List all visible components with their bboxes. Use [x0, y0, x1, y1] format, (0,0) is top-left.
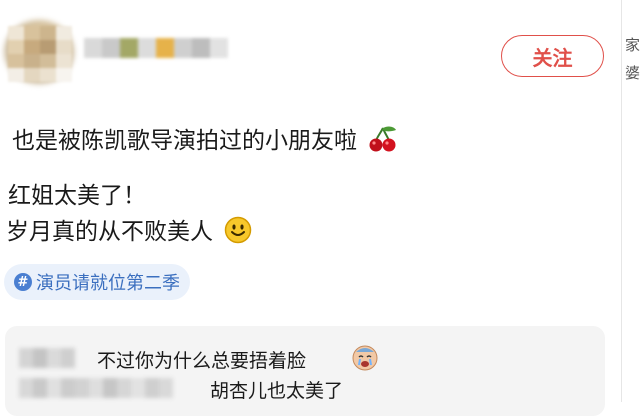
post-text: 岁月真的从不败美人	[6, 219, 213, 245]
smile-emoji-icon	[224, 216, 252, 250]
post-text-line-2: 红姐太美了！	[8, 183, 146, 209]
crying-emoji-icon	[350, 342, 380, 376]
comment-section: 不过你为什么总要捂着脸 胡杏儿也太美了	[5, 326, 605, 416]
adjacent-text: 家	[625, 36, 640, 54]
avatar-pixelation	[8, 26, 72, 82]
comment-item[interactable]: 不过你为什么总要捂着脸	[5, 345, 605, 372]
adjacent-panel-edge: 家 婆	[621, 0, 640, 402]
topic-hash-icon: #	[14, 273, 32, 291]
cherry-emoji-icon	[368, 124, 398, 160]
post-text-line-1: 也是被陈凯歌导演拍过的小朋友啦	[12, 121, 398, 160]
weibo-post: 关注 也是被陈凯歌导演拍过的小朋友啦 红姐太美了！ 岁月真的从不败美人 # 演员…	[0, 0, 622, 416]
post-text-line-3: 岁月真的从不败美人	[6, 212, 252, 250]
follow-button[interactable]: 关注	[501, 35, 604, 77]
topic-label: 演员请就位第二季	[36, 273, 180, 294]
adjacent-text: 婆	[625, 64, 640, 82]
comment-text: 胡杏儿也太美了	[210, 380, 344, 402]
comment-text: 不过你为什么总要捂着脸	[97, 350, 307, 372]
comment-item[interactable]: 胡杏儿也太美了	[5, 376, 605, 402]
comment-username-blurred[interactable]	[19, 348, 75, 370]
post-text: 也是被陈凯歌导演拍过的小朋友啦	[12, 128, 357, 154]
comment-username-blurred[interactable]	[19, 378, 173, 400]
username-blurred[interactable]	[84, 38, 234, 78]
topic-tag[interactable]: # 演员请就位第二季	[4, 264, 190, 300]
